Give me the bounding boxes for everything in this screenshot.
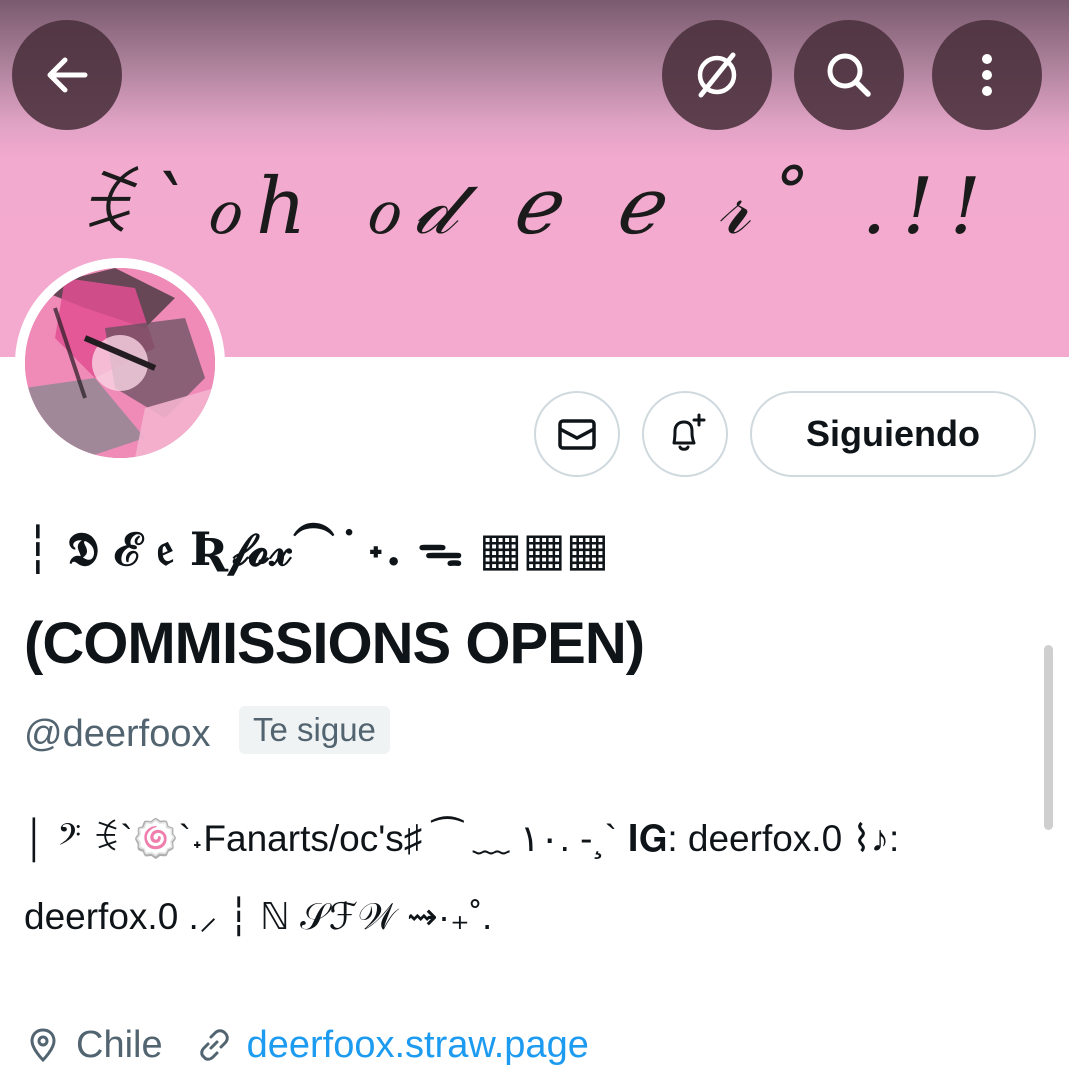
- profile-meta: Chile deerfoox.straw.page: [24, 1020, 589, 1068]
- location-pin-icon: [30, 1028, 56, 1063]
- arrow-left-icon: [47, 57, 88, 93]
- profile-bio: │ 𝄢 ꉂ`🍥`˖Fanarts/oc's♯ ⁀ ﹏ ١٠. -¸` 𝐈𝐆: d…: [24, 800, 1034, 956]
- grok-icon: [697, 52, 737, 98]
- message-button[interactable]: [534, 391, 620, 477]
- search-button[interactable]: [794, 20, 904, 130]
- avatar-artwork: [25, 268, 215, 458]
- following-button[interactable]: Siguiendo: [750, 391, 1036, 477]
- profile-handle: @deerfoox: [24, 713, 211, 755]
- banner-text: ꉂ`ℴℎ ℴ𝒹 ℯ ℯ 𝓇˚ .!!: [72, 162, 997, 252]
- bell-plus-icon: [672, 413, 706, 451]
- mail-icon: [558, 419, 596, 450]
- bio-line-2: deerfox.0 .⸝ ┆ ℕ 𝒮ℱ𝒲 ⇝·₊˚.: [24, 896, 493, 937]
- display-name-tag: (COMMISSIONS OPEN): [24, 611, 645, 676]
- back-button[interactable]: [12, 20, 122, 130]
- grok-button[interactable]: [662, 20, 772, 130]
- website-link[interactable]: deerfoox.straw.page: [247, 1024, 589, 1067]
- location-text: Chile: [76, 1023, 163, 1066]
- link-icon: [199, 1029, 229, 1061]
- display-name: ┆ 𝕯 ℰ 𝔢 Ʀ𝒻𝓸𝓍⁀ ͘ ˖. ᯓ ▦▦▦: [24, 522, 610, 576]
- avatar[interactable]: [25, 268, 215, 458]
- search-icon: [827, 53, 871, 97]
- more-button[interactable]: [932, 20, 1042, 130]
- follows-you-badge: Te sigue: [239, 706, 390, 754]
- notify-button[interactable]: [642, 391, 728, 477]
- scrollbar[interactable]: [1044, 645, 1053, 830]
- bio-line-1: │ 𝄢 ꉂ`🍥`˖Fanarts/oc's♯ ⁀ ﹏ ١٠. -¸` 𝐈𝐆: d…: [24, 818, 900, 859]
- more-vertical-icon: [982, 54, 992, 96]
